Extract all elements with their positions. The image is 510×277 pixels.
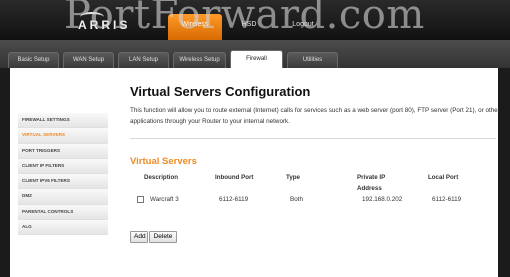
sidebar: FIREWALL SETTINGS VIRTUAL SERVERS PORT T… (18, 113, 108, 236)
cell-description: Warcraft 3 (150, 196, 179, 203)
cell-private-ip: 192.168.0.202 (362, 196, 403, 203)
column-header-type: Type (286, 174, 300, 181)
tab-wan-setup[interactable]: WAN Setup (63, 52, 114, 68)
column-header-local-port: Local Port (428, 174, 459, 181)
page-title: Virtual Servers Configuration (130, 84, 311, 99)
sidebar-item-firewall-settings[interactable]: FIREWALL SETTINGS (18, 113, 108, 129)
column-header-inbound-port: Inbound Port (215, 174, 254, 181)
column-header-private-ip: Private IP Address (357, 174, 386, 192)
top-bar: ARRIS Wireless HSD Logout PortForward.co… (0, 0, 510, 40)
add-button[interactable]: Add (130, 231, 148, 243)
row-checkbox[interactable] (137, 196, 144, 203)
tab-strip: Basic Setup WAN Setup LAN Setup Wireless… (0, 40, 510, 68)
column-header-description: Description (144, 174, 179, 181)
tab-wireless-setup[interactable]: Wireless Setup (173, 52, 226, 68)
section-title: Virtual Servers (130, 156, 197, 167)
sidebar-item-virtual-servers[interactable]: VIRTUAL SERVERS (18, 128, 108, 144)
tab-utilities[interactable]: Utilities (287, 52, 338, 68)
sidebar-item-client-ip-filters[interactable]: CLIENT IP FILTERS (18, 158, 108, 175)
delete-button[interactable]: Delete (149, 231, 177, 243)
sidebar-item-parental-controls[interactable]: PARENTAL CONTROLS (18, 204, 108, 221)
sidebar-item-client-ipv6-filters[interactable]: CLIENT IPV6 FILTERS (18, 174, 108, 190)
sidebar-item-alg[interactable]: ALG (18, 220, 108, 236)
watermark: PortForward.com (64, 0, 425, 38)
page-description: This function will allow you to route ex… (130, 107, 500, 125)
cell-type: Both (290, 196, 303, 203)
tab-basic-setup[interactable]: Basic Setup (8, 52, 59, 68)
sidebar-item-port-triggers[interactable]: PORT TRIGGERS (18, 143, 108, 159)
sidebar-item-dmz[interactable]: DMZ (18, 189, 108, 205)
tab-firewall[interactable]: Firewall (230, 50, 283, 68)
cell-inbound-port: 6112-6119 (219, 196, 249, 203)
tab-lan-setup[interactable]: LAN Setup (118, 52, 169, 68)
divider (130, 138, 496, 139)
cell-local-port: 6112-6119 (432, 196, 462, 203)
